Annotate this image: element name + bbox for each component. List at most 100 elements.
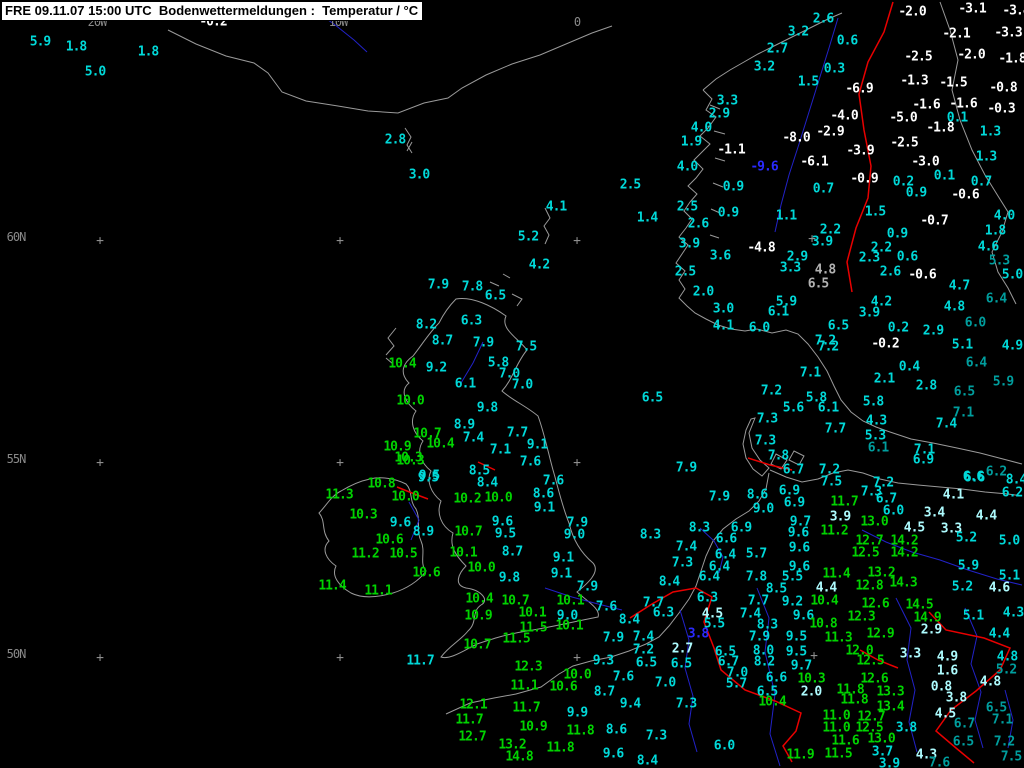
station-temp: 10.1: [556, 593, 584, 609]
station-temp: 12.3: [847, 609, 875, 625]
station-temp: 1.8: [137, 44, 160, 60]
station-temp: 4.3: [865, 413, 888, 429]
station-temp: 7.6: [519, 454, 542, 470]
graticule-cross: +: [336, 455, 344, 471]
station-temp: 10.2: [453, 491, 481, 507]
station-temp: 7.2: [993, 734, 1016, 750]
station-temp: 2.8: [384, 132, 407, 148]
station-temp: 5.2: [955, 530, 978, 546]
station-temp: 7.1: [991, 712, 1014, 728]
station-temp: -1.5: [939, 75, 967, 91]
station-temp: 7.8: [461, 279, 484, 295]
station-temp: 10.0: [396, 393, 424, 409]
station-temp: 5.9: [957, 558, 980, 574]
station-temp: 11.4: [822, 566, 850, 582]
station-temp: 8.4: [1005, 472, 1024, 488]
station-temp: 7.9: [427, 277, 450, 293]
station-temp: -2.9: [816, 124, 844, 140]
station-temp: 4.5: [934, 706, 957, 722]
graticule-label: 60N: [6, 230, 27, 244]
station-temp: 3.9: [858, 305, 881, 321]
station-temp: 6.5: [827, 318, 850, 334]
station-temp: 8.7: [501, 544, 524, 560]
station-temp: -0.8: [989, 80, 1017, 96]
station-temp: 6.4: [985, 291, 1008, 307]
station-temp: 1.6: [936, 663, 959, 679]
station-temp: 9.6: [602, 746, 625, 762]
station-temp: 9.2: [425, 360, 448, 376]
station-temp: 7.6: [595, 599, 618, 615]
station-temp: -0.2: [871, 336, 899, 352]
station-temp: 6.6: [765, 670, 788, 686]
station-temp: 7.3: [756, 411, 779, 427]
station-temp: 0.1: [933, 168, 956, 184]
station-temp: 8.6: [532, 486, 555, 502]
station-temp: -2.0: [898, 4, 926, 20]
station-temp: 8.3: [688, 520, 711, 536]
station-temp: 4.1: [545, 199, 568, 215]
station-temp: 4.9: [1001, 338, 1024, 354]
station-temp: 10.4: [388, 356, 416, 372]
station-temp: 1.3: [975, 149, 998, 165]
station-temp: 8.6: [605, 722, 628, 738]
station-temp: 9.9: [566, 705, 589, 721]
station-temp: 6.1: [817, 400, 840, 416]
station-temp: 9.1: [552, 550, 575, 566]
station-temp: 3.2: [753, 59, 776, 75]
station-temp: 6.4: [965, 355, 988, 371]
station-temp: 5.8: [862, 394, 885, 410]
graticule-cross: +: [96, 233, 104, 249]
station-temp: 7.6: [612, 669, 635, 685]
station-temp: 6.6: [963, 470, 986, 486]
station-temp: -0.6: [951, 187, 979, 203]
station-temp: 2.7: [671, 641, 694, 657]
station-temp: 7.7: [824, 421, 847, 437]
station-temp: 0.7: [812, 181, 835, 197]
station-temp: 0.2: [887, 320, 910, 336]
station-temp: 4.8: [814, 262, 837, 278]
station-temp: -0.3: [987, 101, 1015, 117]
station-temp: 12.9: [866, 626, 894, 642]
station-temp: 6.5: [641, 390, 664, 406]
station-temp: 2.9: [922, 323, 945, 339]
station-temp: 7.8: [767, 448, 790, 464]
station-temp: 5.2: [951, 579, 974, 595]
station-temp: 1.8: [65, 39, 88, 55]
station-temp: 5.9: [29, 34, 52, 50]
station-temp: 10.1: [518, 605, 546, 621]
station-temp: 1.4: [636, 210, 659, 226]
weather-map: FRE 09.11.07 15:00 UTC Bodenwettermeldun…: [0, 0, 1024, 768]
station-temp: 9.3: [592, 653, 615, 669]
station-temp: 8.7: [593, 684, 616, 700]
graticule-cross: +: [573, 455, 581, 471]
station-temp: 10.6: [549, 679, 577, 695]
station-temp: 2.5: [619, 177, 642, 193]
station-temp: -2.5: [904, 49, 932, 65]
station-temp: 8.4: [618, 612, 641, 628]
station-temp: 14.8: [505, 749, 533, 765]
station-temp: 6.1: [767, 304, 790, 320]
station-temp: 4.4: [988, 626, 1011, 642]
station-temp: 0.3: [823, 61, 846, 77]
station-temp: 3.0: [408, 167, 431, 183]
graticule-label: 50N: [6, 647, 27, 661]
station-temp: 9.1: [533, 500, 556, 516]
station-temp: 7.5: [1000, 749, 1023, 765]
station-temp: 8.3: [639, 527, 662, 543]
station-temp: 9.0: [752, 501, 775, 517]
station-temp: 5.6: [782, 400, 805, 416]
station-temp: -6.9: [845, 81, 873, 97]
station-temp: 5.9: [992, 374, 1015, 390]
station-temp: -3.1: [958, 1, 986, 17]
station-temp: 14.3: [889, 575, 917, 591]
station-temp: 10.0: [484, 490, 512, 506]
station-temp: 3.0: [712, 301, 735, 317]
station-temp: 10.8: [809, 616, 837, 632]
station-temp: 5.7: [745, 546, 768, 562]
station-temp: 5.1: [962, 608, 985, 624]
station-temp: 7.2: [872, 475, 895, 491]
station-temp: 9.2: [781, 594, 804, 610]
station-temp: 6.3: [652, 605, 675, 621]
station-temp: 6.7: [953, 716, 976, 732]
station-temp: 7.1: [799, 365, 822, 381]
